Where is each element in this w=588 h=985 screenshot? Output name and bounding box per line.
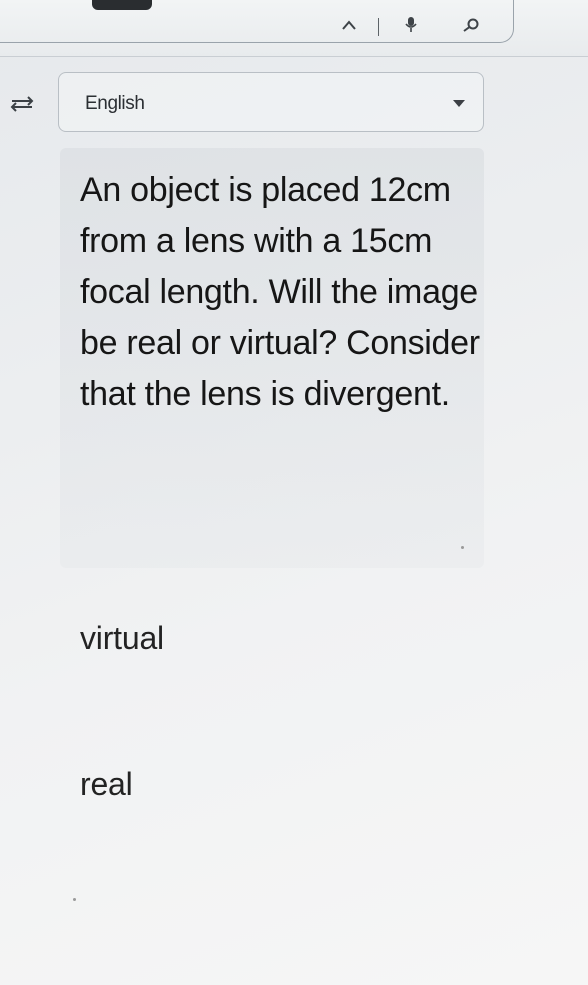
speck <box>461 546 464 549</box>
toolbar-divider <box>378 18 379 36</box>
top-toolbar <box>0 0 588 57</box>
swap-languages-icon[interactable] <box>8 92 36 116</box>
question-text: An object is placed 12cm from a lens wit… <box>80 171 480 413</box>
option-real[interactable]: real <box>80 766 133 803</box>
search-icon[interactable] <box>460 14 482 36</box>
option-virtual[interactable]: virtual <box>80 620 164 657</box>
chevron-up-icon[interactable] <box>338 14 360 36</box>
language-label: English <box>85 93 145 114</box>
microphone-icon[interactable] <box>400 14 422 36</box>
chevron-down-icon <box>453 100 465 107</box>
speck <box>73 898 76 901</box>
top-input-outline <box>0 0 514 43</box>
language-select[interactable]: English <box>58 72 484 132</box>
